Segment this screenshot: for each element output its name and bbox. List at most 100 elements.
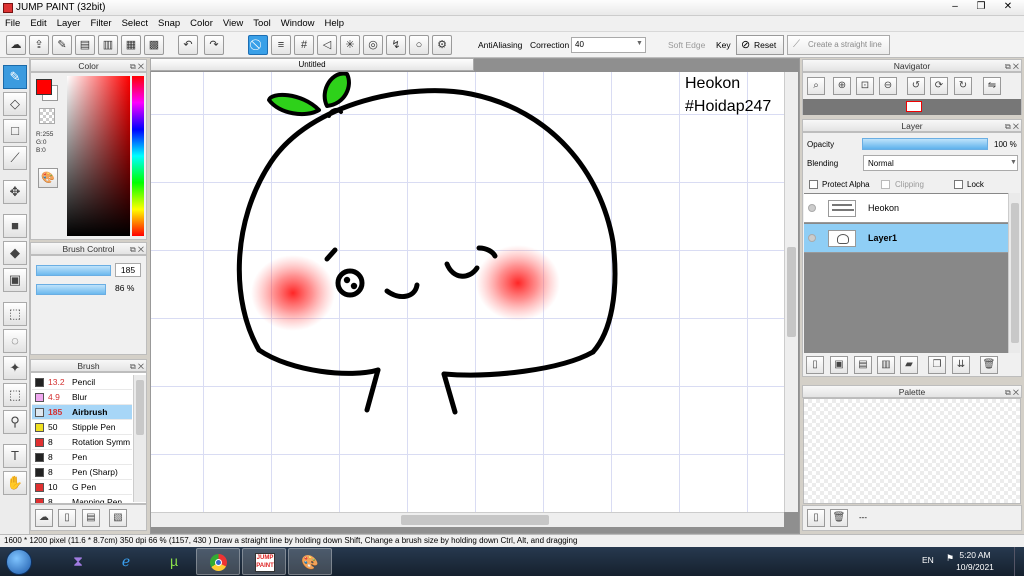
close-button[interactable]: ✕ [994,0,1022,15]
saturation-picker[interactable] [67,76,130,236]
brush-settings-icon[interactable]: ▧ [109,509,127,527]
grid-view-icon[interactable]: ▩ [144,35,164,55]
line-tool-icon[interactable]: ⟋ [3,146,27,170]
chevron-down-icon[interactable]: ▼ [1010,159,1017,166]
palette-panel[interactable] [803,398,1021,504]
rotate-left-icon[interactable]: ↺ [907,77,925,95]
protect-alpha-checkbox[interactable] [809,180,818,189]
menu-filter[interactable]: Filter [85,16,116,29]
delete-palette-icon[interactable]: 🗑 [830,509,848,527]
drawing-canvas[interactable]: Heokon #Hoidap247 [151,72,784,512]
menu-file[interactable]: File [0,16,25,29]
copy-layer-icon[interactable]: ❐ [928,356,946,374]
zoom-fit-icon[interactable]: ⌕ [807,77,825,95]
grid-snap-icon[interactable]: # [294,35,314,55]
menu-tool[interactable]: Tool [248,16,275,29]
curve-snap-icon[interactable]: ↯ [386,35,406,55]
canvas-vertical-scrollbar[interactable] [784,72,798,512]
new-1bit-layer-icon[interactable]: ▥ [877,356,895,374]
navigator-viewport[interactable] [906,101,922,112]
merge-layer-icon[interactable]: ⇊ [952,356,970,374]
eye-icon[interactable] [808,204,816,212]
comment-icon[interactable]: ✎ [52,35,72,55]
cloud-icon[interactable]: ☁ [6,35,26,55]
brush-item[interactable]: 8 Pen [32,450,132,465]
rectangle-tool-icon[interactable]: ■ [3,214,27,238]
transparent-color-swatch[interactable] [39,108,55,124]
export-icon[interactable]: ⇪ [29,35,49,55]
select-tool-icon[interactable]: □ [3,119,27,143]
reset-button[interactable]: ⊘ Reset [736,35,784,55]
parallel-snap-icon[interactable]: ≡ [271,35,291,55]
document-tab[interactable]: Untitled [150,58,474,71]
menu-edit[interactable]: Edit [25,16,51,29]
menu-window[interactable]: Window [276,16,320,29]
menu-color[interactable]: Color [185,16,218,29]
start-button[interactable] [6,549,32,575]
layer-scroll-thumb[interactable] [1011,203,1019,343]
brush-item[interactable]: 10 G Pen [32,480,132,495]
layer-scrollbar[interactable] [1008,193,1020,353]
zoom-out-icon[interactable]: ⊖ [879,77,897,95]
pen-tool-icon[interactable]: ✎ [3,65,27,89]
hue-slider[interactable] [132,76,144,236]
new-raster-layer-icon[interactable]: ▣ [830,356,848,374]
rect-select-tool-icon[interactable]: ⬚ [3,302,27,326]
magic-wand-tool-icon[interactable]: ✦ [3,356,27,380]
chevron-down-icon[interactable]: ▼ [636,40,643,47]
lasso-tool-icon[interactable]: ◌ [3,329,27,353]
brush-size-slider[interactable] [36,265,111,276]
jump-paint-taskbar-icon[interactable]: JUMP PAINT [242,548,286,575]
create-straight-line-button[interactable]: ⟋ Create a straight line [787,35,890,55]
clock[interactable]: 5:20 AM 10/9/2021 [950,549,1000,573]
new-palette-icon[interactable]: ▯ [807,509,825,527]
delete-layer-icon[interactable]: 🗑 [980,356,998,374]
eraser-tool-icon[interactable]: ◇ [3,92,27,116]
navigator-preview[interactable] [803,99,1021,115]
hand-tool-icon[interactable]: ✋ [3,471,27,495]
maximize-button[interactable]: ❐ [968,0,994,15]
layer-row-heokon[interactable]: Heokon [804,194,1008,223]
circle-snap-icon[interactable]: ○ [409,35,429,55]
eye-icon[interactable] [808,234,816,242]
correction-input[interactable]: 40 [571,37,646,53]
rotate-right-icon[interactable]: ↻ [954,77,972,95]
rotate-reset-icon[interactable]: ⟳ [930,77,948,95]
main-color-swatch[interactable] [36,79,52,95]
new-folder-icon[interactable]: ▰ [900,356,918,374]
vscroll-thumb[interactable] [787,247,796,337]
radial-snap-icon[interactable]: ✳ [340,35,360,55]
hscroll-thumb[interactable] [401,515,549,525]
brush-item[interactable]: 13.2 Pencil [32,375,132,390]
lock-checkbox[interactable] [954,180,963,189]
concentric-snap-icon[interactable]: ◎ [363,35,383,55]
chrome-icon[interactable] [196,548,240,575]
snap-settings-icon[interactable]: ⚙ [432,35,452,55]
redo-icon[interactable]: ↷ [204,35,224,55]
no-snap-icon[interactable]: ⃠ [248,35,268,55]
brush-item[interactable]: 8 Rotation Symm [32,435,132,450]
zoom-actual-icon[interactable]: ⊡ [856,77,874,95]
document-icon[interactable]: ▦ [121,35,141,55]
menu-snap[interactable]: Snap [153,16,185,29]
utorrent-icon[interactable]: µ [152,548,196,575]
menu-help[interactable]: Help [320,16,350,29]
brush-item[interactable]: 8 Mapping Pen [32,495,132,503]
menu-view[interactable]: View [218,16,248,29]
new-8bit-layer-icon[interactable]: ▤ [854,356,872,374]
undo-icon[interactable]: ↶ [178,35,198,55]
screen-icon[interactable]: ▤ [75,35,95,55]
brush-cloud-icon[interactable]: ☁ [35,509,53,527]
clipping-checkbox[interactable] [881,180,890,189]
minimize-button[interactable]: – [942,0,968,15]
internet-explorer-icon[interactable]: ℯ [104,548,148,575]
select-pen-tool-icon[interactable]: ⬚ [3,383,27,407]
eyedropper-tool-icon[interactable]: ⚲ [3,410,27,434]
zoom-in-icon[interactable]: ⊕ [833,77,851,95]
layer-opacity-slider[interactable] [862,138,988,150]
text-tool-icon[interactable]: T [3,444,27,468]
blending-select[interactable]: Normal [863,155,1018,171]
page-icon[interactable]: ▥ [98,35,118,55]
brush-scrollbar[interactable] [133,375,146,502]
canvas-horizontal-scrollbar[interactable] [151,512,784,527]
